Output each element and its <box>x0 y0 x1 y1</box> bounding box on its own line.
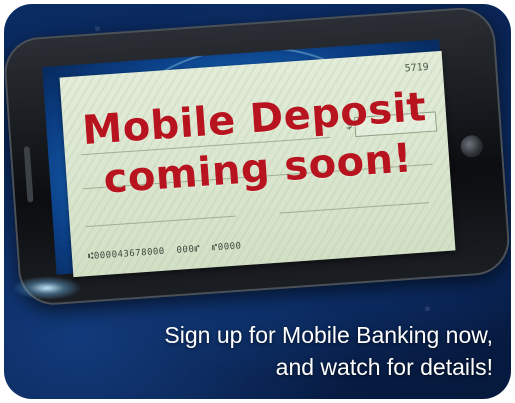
micr-line: ⑆000043678000 000⑈ ⑈0000 <box>87 241 242 263</box>
check-image: 5719 $ Mobile Deposit coming soon! ⑆0000… <box>59 50 456 278</box>
light-flare <box>12 276 82 300</box>
check-number: 5719 <box>404 61 430 75</box>
caption-line-1: Sign up for Mobile Banking now, <box>164 322 493 348</box>
memo-line <box>85 215 236 228</box>
promo-banner[interactable]: ◆ ◆ ◆ ◆ 5719 $ Mobile Deposit coming soo… <box>4 4 511 399</box>
signature-line <box>279 202 430 214</box>
caption-line-2: and watch for details! <box>275 354 493 380</box>
